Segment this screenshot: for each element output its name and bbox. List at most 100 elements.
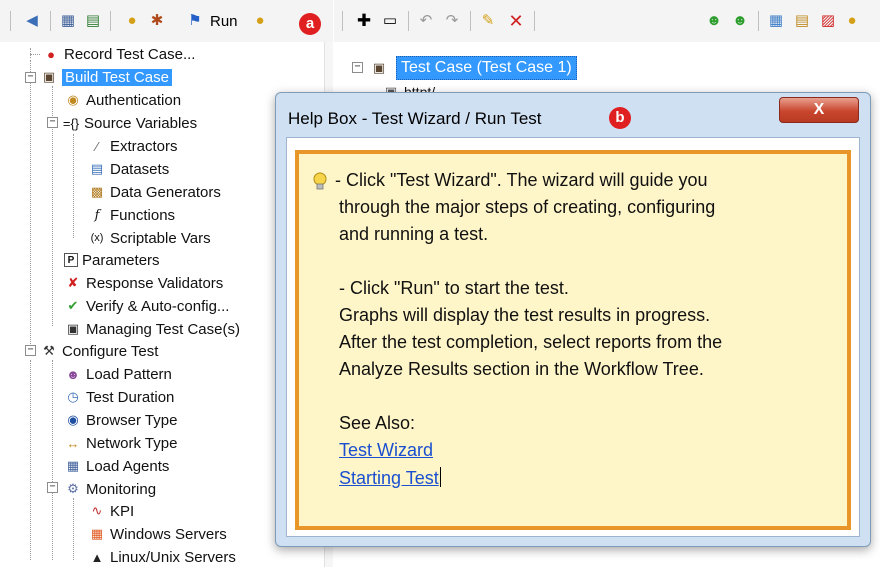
help-text-line: through the major steps of creating, con… bbox=[339, 197, 716, 217]
tree-item-label: Authentication bbox=[86, 91, 182, 109]
tree-structure-icon[interactable]: ▦ bbox=[766, 12, 786, 30]
tree-line bbox=[30, 60, 31, 344]
list-view-icon[interactable]: ▤ bbox=[84, 12, 102, 30]
tree-expander[interactable]: − bbox=[352, 62, 363, 73]
tree-item-windows-servers[interactable]: ▦ Windows Servers bbox=[88, 524, 227, 544]
close-button[interactable]: X bbox=[779, 97, 859, 123]
tree-item-label: Linux/Unix Servers bbox=[110, 548, 236, 566]
windows-logo-icon: ▦ bbox=[90, 526, 104, 541]
delete-x-icon[interactable]: ✕ bbox=[506, 12, 526, 30]
help-text-line: After the test completion, select report… bbox=[339, 332, 723, 352]
tree-item-authentication[interactable]: ◉ Authentication bbox=[64, 90, 181, 110]
function-fx-icon: f bbox=[94, 207, 100, 223]
tree-item-source-variables[interactable]: ={} Source Variables bbox=[62, 113, 197, 133]
lightbulb-icon[interactable]: ● bbox=[252, 12, 268, 30]
tree-item-label: Verify & Auto-config... bbox=[86, 297, 230, 315]
tree-item-load-pattern[interactable]: ☻ Load Pattern bbox=[64, 364, 172, 384]
help-text-line: and running a test. bbox=[339, 224, 489, 244]
tree-item-network-type[interactable]: ↔ Network Type bbox=[64, 433, 178, 453]
network-icon: ↔ bbox=[66, 435, 80, 451]
load-agents-icon: ▦ bbox=[66, 458, 80, 473]
tree-expander[interactable]: − bbox=[25, 345, 36, 356]
tree-item-label: Build Test Case bbox=[62, 68, 172, 86]
tree-item-label: Functions bbox=[110, 206, 176, 224]
tree-delete-icon[interactable]: ▨ bbox=[818, 12, 838, 30]
add-icon[interactable]: ✚ bbox=[354, 12, 374, 30]
tree-item-managing-test-cases[interactable]: ▣ Managing Test Case(s) bbox=[64, 319, 240, 339]
dataset-icon: ▤ bbox=[90, 161, 104, 176]
user-key-icon: ◉ bbox=[67, 92, 79, 107]
help-text-line: Analyze Results section in the Workflow … bbox=[339, 359, 704, 379]
checkmark-icon: ✔ bbox=[67, 298, 79, 313]
tree-item-test-duration[interactable]: ◷ Test Duration bbox=[64, 387, 174, 407]
kpi-chart-icon: ∿ bbox=[91, 503, 103, 518]
tree-item-verify-auto-config[interactable]: ✔ Verify & Auto-config... bbox=[64, 296, 230, 316]
tree-line bbox=[30, 360, 31, 560]
tree-item-label: Configure Test bbox=[62, 342, 159, 360]
tree-expander[interactable]: − bbox=[25, 72, 36, 83]
wizard-wand-icon[interactable]: ✱ bbox=[148, 12, 166, 30]
tree-item-label: Parameters bbox=[82, 251, 160, 269]
tree-item-extractors[interactable]: ∕ Extractors bbox=[88, 136, 178, 156]
add-user-icon[interactable]: ☻ bbox=[704, 12, 724, 30]
tree-item-label: Extractors bbox=[110, 137, 178, 155]
tree-item-test-case[interactable]: Test Case (Test Case 1) bbox=[396, 56, 577, 80]
edit-pencil-icon[interactable]: ✎ bbox=[478, 12, 498, 30]
toolbar-separator bbox=[110, 11, 111, 31]
tree-item-datasets[interactable]: ▤ Datasets bbox=[88, 159, 169, 179]
starting-test-link[interactable]: Starting Test bbox=[339, 468, 439, 488]
tree-item-functions[interactable]: f Functions bbox=[88, 205, 175, 225]
extractor-icon: ∕ bbox=[95, 138, 99, 154]
tree-expander[interactable]: − bbox=[47, 117, 58, 128]
redo-icon[interactable]: ↷ bbox=[442, 12, 462, 30]
tree-edit-icon[interactable]: ▤ bbox=[792, 12, 812, 30]
clock-icon: ◷ bbox=[67, 389, 79, 404]
tree-item-label: Monitoring bbox=[86, 480, 157, 498]
back-arrow-icon[interactable]: ◀ bbox=[22, 12, 42, 30]
briefcase-icon: ▣ bbox=[66, 321, 80, 336]
tree-item-record-test-case[interactable]: ● Record Test Case... bbox=[42, 44, 195, 64]
lightbulb-icon[interactable]: ● bbox=[124, 12, 140, 30]
tree-item-label: Data Generators bbox=[110, 183, 221, 201]
tree-item-test-case-icon: ▣ bbox=[370, 58, 392, 78]
callout-badge-b: b bbox=[609, 107, 631, 129]
briefcase-icon: ▣ bbox=[42, 69, 56, 84]
tree-item-label: Browser Type bbox=[86, 411, 178, 429]
lightbulb-icon bbox=[313, 172, 327, 197]
help-box-dialog: Help Box - Test Wizard / Run Test b X - … bbox=[275, 92, 871, 547]
tree-item-label: Datasets bbox=[110, 160, 170, 178]
tree-item-parameters[interactable]: P Parameters bbox=[64, 250, 160, 270]
parameters-icon: P bbox=[64, 253, 78, 267]
toolbar-separator bbox=[408, 11, 409, 31]
tree-item-label: Network Type bbox=[86, 434, 178, 452]
help-text-line: Graphs will display the test results in … bbox=[339, 305, 711, 325]
tree-item-label: Record Test Case... bbox=[64, 45, 196, 63]
tree-item-kpi[interactable]: ∿ KPI bbox=[88, 501, 135, 521]
tree-line bbox=[73, 134, 74, 238]
run-flag-icon[interactable]: ⚑ bbox=[184, 12, 206, 30]
tree-item-monitoring[interactable]: ⚙ Monitoring bbox=[64, 479, 156, 499]
tree-expander[interactable]: − bbox=[47, 482, 58, 493]
tree-item-data-generators[interactable]: ▩ Data Generators bbox=[88, 182, 221, 202]
tree-item-label: Managing Test Case(s) bbox=[86, 320, 240, 338]
tree-item-response-validators[interactable]: ✘ Response Validators bbox=[64, 273, 224, 293]
remove-icon[interactable]: ▭ bbox=[380, 12, 400, 30]
test-wizard-link[interactable]: Test Wizard bbox=[339, 440, 433, 461]
tree-item-scriptable-vars[interactable]: (x) Scriptable Vars bbox=[88, 228, 211, 248]
tree-item-browser-type[interactable]: ◉ Browser Type bbox=[64, 410, 177, 430]
run-button-label[interactable]: Run bbox=[210, 13, 238, 30]
tree-item-configure-test[interactable]: ⚒ Configure Test bbox=[40, 341, 158, 361]
tree-item-load-agents[interactable]: ▦ Load Agents bbox=[64, 456, 170, 476]
user-icon[interactable]: ☻ bbox=[730, 12, 750, 30]
users-icon: ☻ bbox=[66, 366, 80, 382]
tree-item-linux-unix-servers[interactable]: ▲ Linux/Unix Servers bbox=[88, 547, 236, 567]
undo-icon[interactable]: ↶ bbox=[416, 12, 436, 30]
toolbar-separator bbox=[10, 11, 11, 31]
toolbar-separator bbox=[342, 11, 343, 31]
lightbulb-icon[interactable]: ● bbox=[844, 12, 860, 30]
tree-item-build-test-case[interactable]: ▣ Build Test Case bbox=[40, 67, 172, 87]
briefcase-icon: ▣ bbox=[372, 60, 386, 75]
tree-item-label: Scriptable Vars bbox=[110, 229, 211, 247]
tree-item-label: Load Pattern bbox=[86, 365, 172, 383]
grid-view-icon[interactable]: ▦ bbox=[58, 12, 78, 30]
